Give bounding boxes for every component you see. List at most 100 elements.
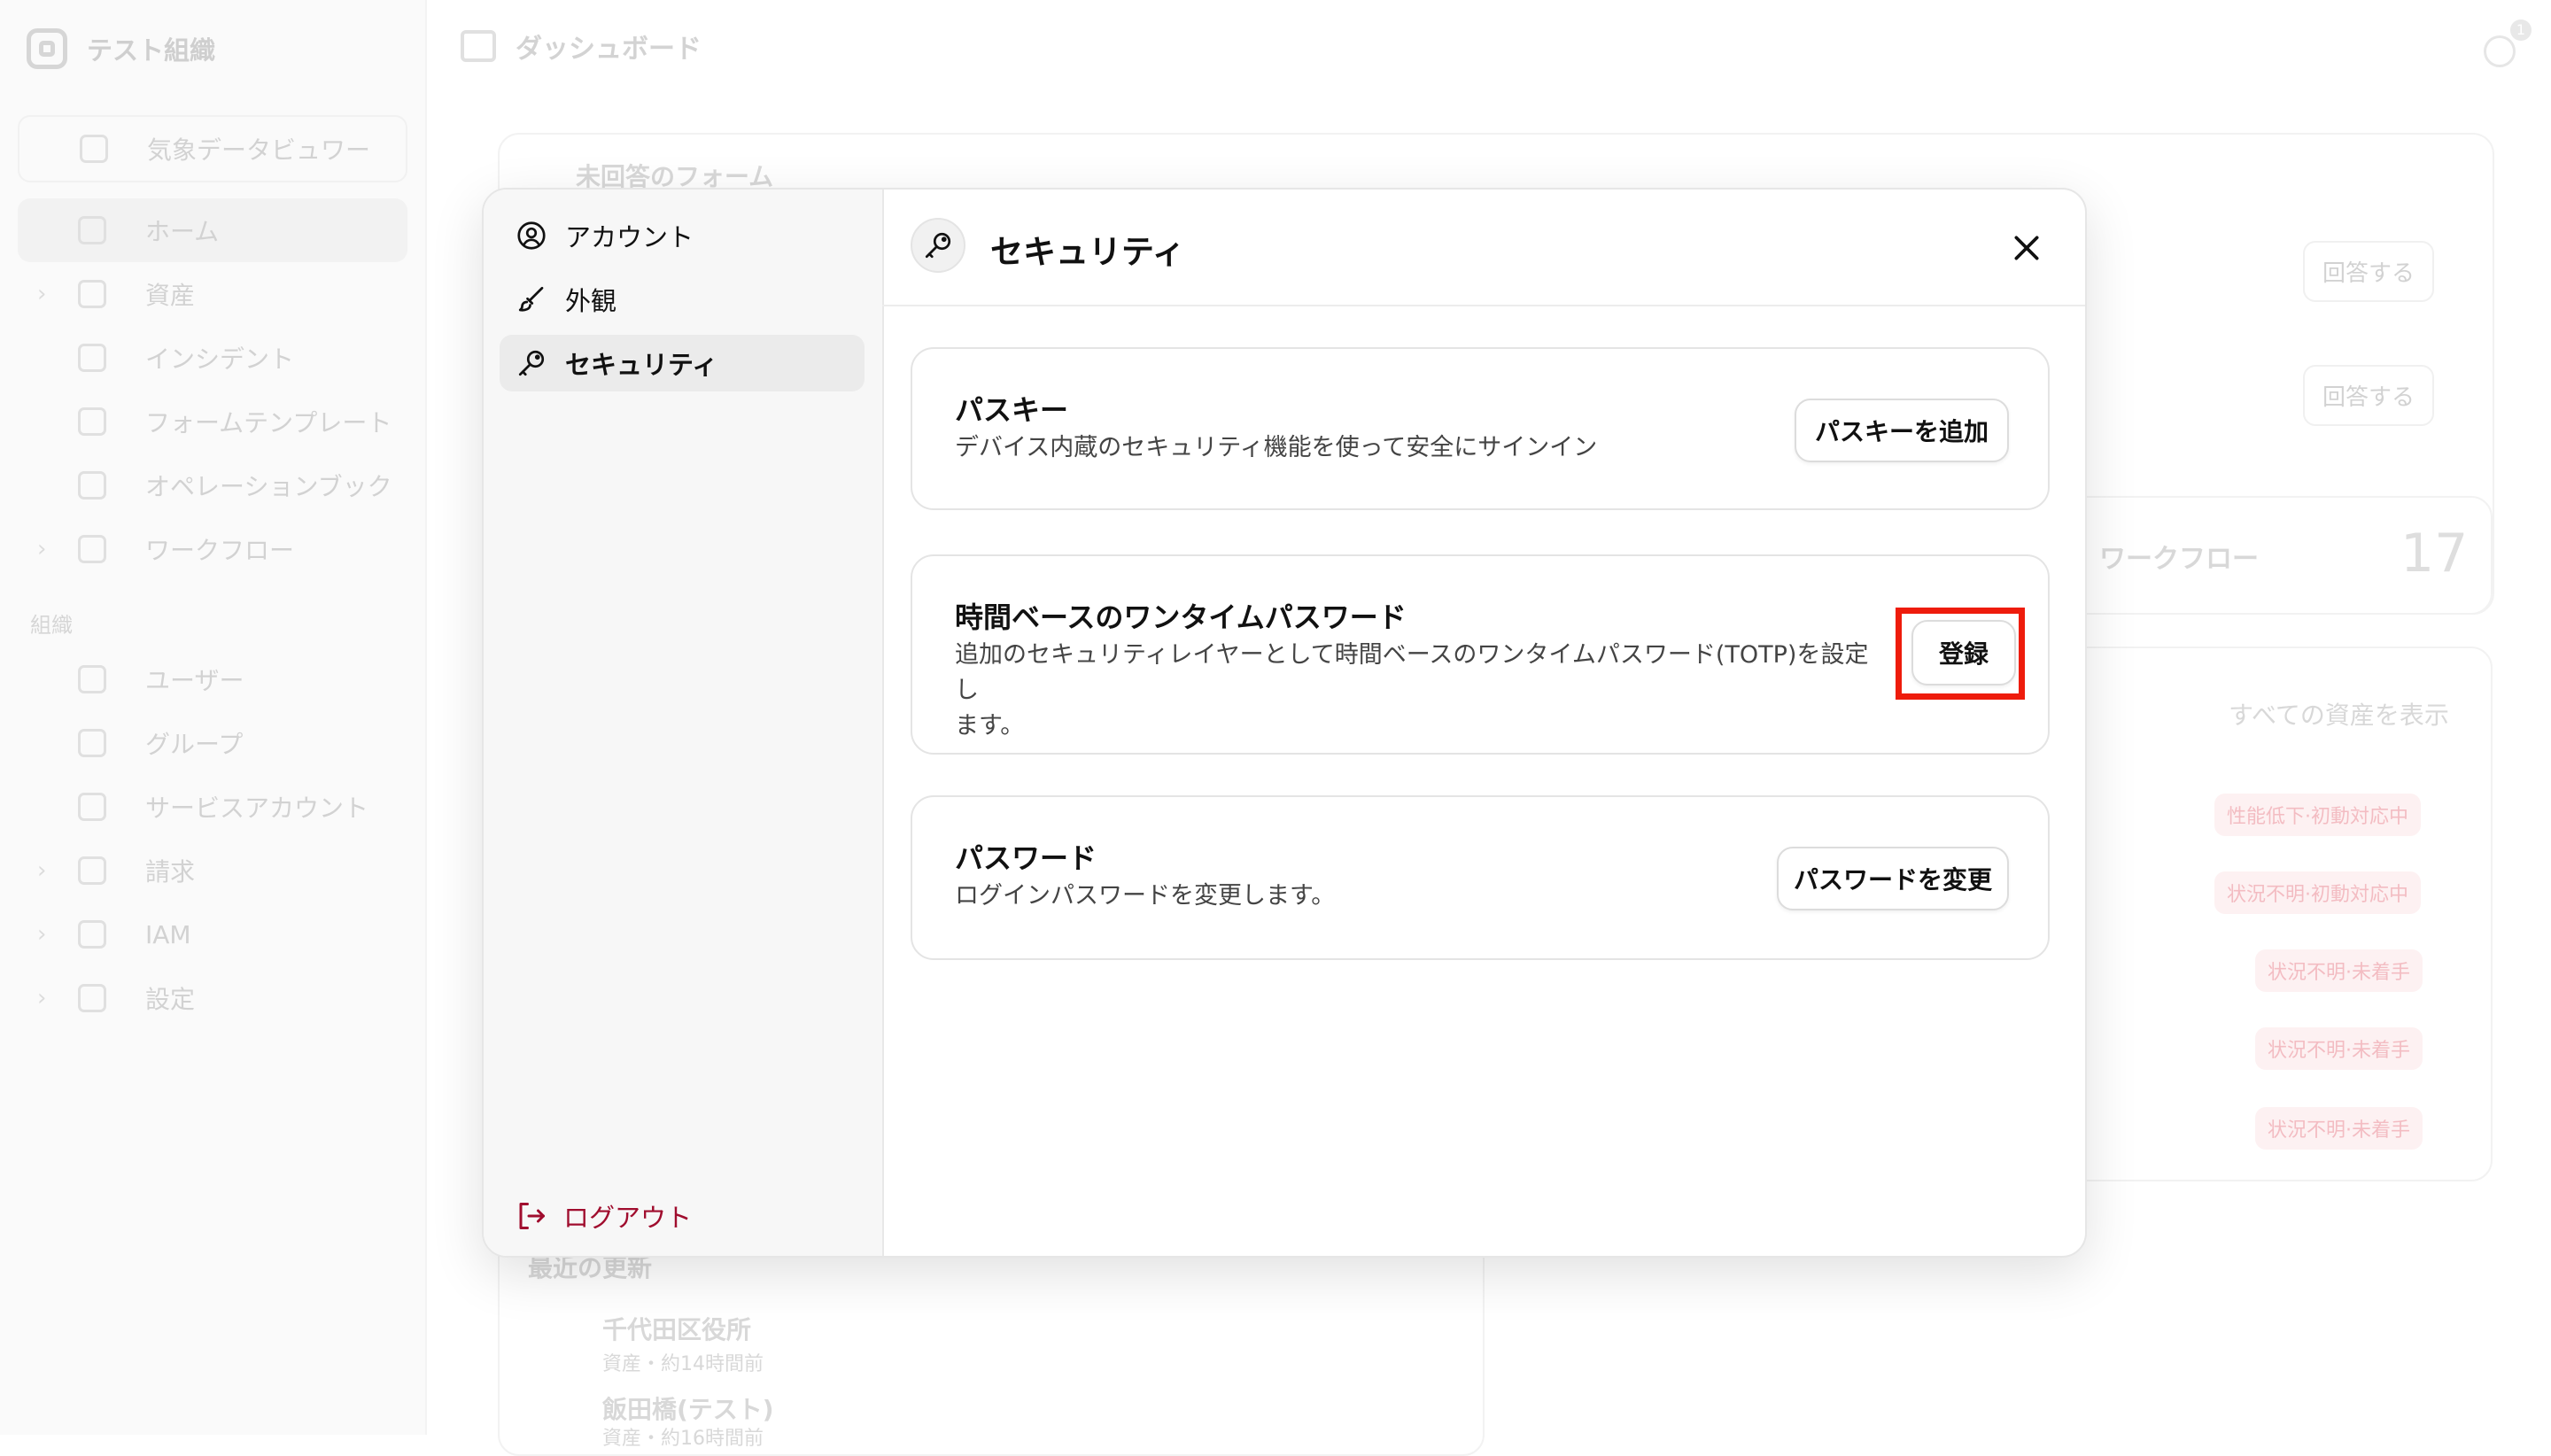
logout-button[interactable]: ログアウト <box>516 1197 692 1235</box>
totp-section: 時間ベースのワンタイムパスワード 追加のセキュリティレイヤーとして時間ベースのワ… <box>911 554 2050 755</box>
nav-item-home[interactable]: ホーム <box>18 198 407 262</box>
recent-item-name[interactable]: 千代田区役所 <box>602 1311 751 1346</box>
totp-description: 追加のセキュリティレイヤーとして時間ベースのワンタイムパスワード(TOTP)を設… <box>955 638 1876 744</box>
nav-item-weather-viewer[interactable]: 気象データビュワー <box>18 115 407 182</box>
nav-label: インシデント <box>145 345 295 374</box>
billing-icon <box>78 856 106 885</box>
recent-item-name[interactable]: 飯田橋(テスト) <box>602 1390 774 1426</box>
page-title: ダッシュボード <box>516 34 702 65</box>
passkey-title: パスキー <box>955 393 1069 427</box>
key-icon <box>911 218 965 273</box>
modal-header: セキュリティ <box>882 190 2085 306</box>
cube-icon <box>78 280 106 308</box>
show-all-assets-link[interactable]: すべての資産を表示 <box>2229 696 2449 732</box>
app-nav: 気象データビュワー ホーム › 資産 インシデント フォームテンプレート オペレー… <box>18 115 407 1030</box>
key-icon <box>518 350 545 376</box>
settings-sidebar: アカウント 外観 セキュリティ ログアウト <box>484 190 884 1256</box>
chevron-right-icon: › <box>37 536 47 562</box>
user-icon[interactable] <box>2484 35 2516 67</box>
nav-item-assets[interactable]: › 資産 <box>18 262 407 326</box>
gear-icon <box>78 984 106 1012</box>
nav-label: 設定 <box>145 985 196 1014</box>
home-icon <box>461 30 496 62</box>
map-icon <box>80 135 108 163</box>
answer-button[interactable]: 回答する <box>2303 241 2435 302</box>
settings-nav-label: セキュリティ <box>565 350 718 380</box>
book-icon <box>78 471 106 500</box>
password-title: パスワード <box>955 841 1097 875</box>
workflow-icon <box>78 535 106 563</box>
passkey-section: パスキー デバイス内蔵のセキュリティ機能を使って安全にサインイン パスキーを追加 <box>911 347 2050 510</box>
top-bar: ダッシュボード <box>461 27 702 66</box>
nav-label: フォームテンプレート <box>145 408 392 438</box>
brush-icon <box>518 286 544 312</box>
nav-label: 資産 <box>145 281 196 310</box>
account-icon <box>517 221 546 250</box>
nav-item-billing[interactable]: › 請求 <box>18 839 407 902</box>
org-switcher[interactable]: テスト組織 <box>27 28 215 69</box>
settings-nav-security[interactable]: セキュリティ <box>500 335 865 391</box>
nav-label: ユーザー <box>145 666 244 695</box>
home-icon <box>78 216 106 244</box>
nav-label: グループ <box>145 730 244 759</box>
recent-item-meta: 資産・約16時間前 <box>602 1428 764 1450</box>
settings-nav-label: アカウント <box>565 222 694 252</box>
form-icon <box>78 407 106 436</box>
password-description: ログインパスワードを変更します。 <box>955 882 1336 910</box>
modal-title: セキュリティ <box>990 233 1185 271</box>
status-pill: 状況不明·未着手 <box>2255 949 2423 992</box>
nav-item-iam[interactable]: › IAM <box>18 902 407 966</box>
nav-item-operation-book[interactable]: オペレーションブック <box>18 453 407 517</box>
org-logo-icon <box>27 28 67 69</box>
settings-nav-account[interactable]: アカウント <box>500 207 865 264</box>
close-icon[interactable] <box>2009 230 2044 266</box>
chevron-right-icon: › <box>37 857 47 884</box>
status-pill: 性能低下·初動対応中 <box>2214 794 2421 836</box>
settings-nav-label: 外観 <box>565 286 617 316</box>
totp-description-line1: 追加のセキュリティレイヤーとして時間ベースのワンタイムパスワード(TOTP)を設… <box>955 641 1869 704</box>
nav-item-groups[interactable]: グループ <box>18 711 407 775</box>
nav-label: オペレーションブック <box>145 472 392 501</box>
highlight-box <box>1896 608 2025 700</box>
totp-description-line2: ます。 <box>955 712 1025 740</box>
add-passkey-button[interactable]: パスキーを追加 <box>1795 399 2009 462</box>
totp-title: 時間ベースのワンタイムパスワード <box>955 600 1407 634</box>
status-pill: 状況不明·未着手 <box>2255 1107 2423 1150</box>
nav-item-settings[interactable]: › 設定 <box>18 966 407 1030</box>
nav-item-incidents[interactable]: インシデント <box>18 326 407 390</box>
workflow-label: ワークフロー <box>2099 544 2259 575</box>
logout-label: ログアウト <box>563 1203 693 1233</box>
nav-label: IAM <box>145 919 191 949</box>
iam-icon <box>78 920 106 949</box>
org-name: テスト組織 <box>87 35 216 66</box>
nav-item-form-templates[interactable]: フォームテンプレート <box>18 390 407 453</box>
users-icon <box>78 665 106 693</box>
nav-section-org: 組織 <box>30 613 73 638</box>
nav-label: サービスアカウント <box>145 794 369 823</box>
chevron-right-icon: › <box>37 921 47 948</box>
passkey-description: デバイス内蔵のセキュリティ機能を使って安全にサインイン <box>955 434 1598 461</box>
nav-label: ワークフロー <box>145 536 295 565</box>
nav-item-workflow[interactable]: › ワークフロー <box>18 517 407 581</box>
settings-nav: アカウント 外観 セキュリティ <box>500 207 865 399</box>
status-pill: 状況不明·初動対応中 <box>2214 871 2421 914</box>
nav-item-users[interactable]: ユーザー <box>18 647 407 711</box>
incident-icon <box>78 344 106 372</box>
nav-label: 請求 <box>145 857 196 887</box>
change-password-button[interactable]: パスワードを変更 <box>1777 847 2009 910</box>
nav-label: 気象データビュワー <box>147 136 371 165</box>
app-sidebar: テスト組織 気象データビュワー ホーム › 資産 インシデント フォームテンプレー… <box>0 0 427 1435</box>
chevron-right-icon: › <box>37 985 47 1011</box>
nav-item-service-accounts[interactable]: サービスアカウント <box>18 775 407 839</box>
status-pill: 状況不明·未着手 <box>2255 1027 2423 1070</box>
service-account-icon <box>78 793 106 821</box>
notification-badge: 1 <box>2510 19 2532 41</box>
group-icon <box>78 729 106 757</box>
answer-button[interactable]: 回答する <box>2303 365 2435 426</box>
logout-icon <box>519 1203 545 1229</box>
workflow-count: 17 <box>2400 523 2469 585</box>
password-section: パスワード ログインパスワードを変更します。 パスワードを変更 <box>911 795 2050 960</box>
chevron-right-icon: › <box>37 281 47 307</box>
recent-item-meta: 資産・約14時間前 <box>602 1353 764 1375</box>
settings-nav-appearance[interactable]: 外観 <box>500 271 865 328</box>
